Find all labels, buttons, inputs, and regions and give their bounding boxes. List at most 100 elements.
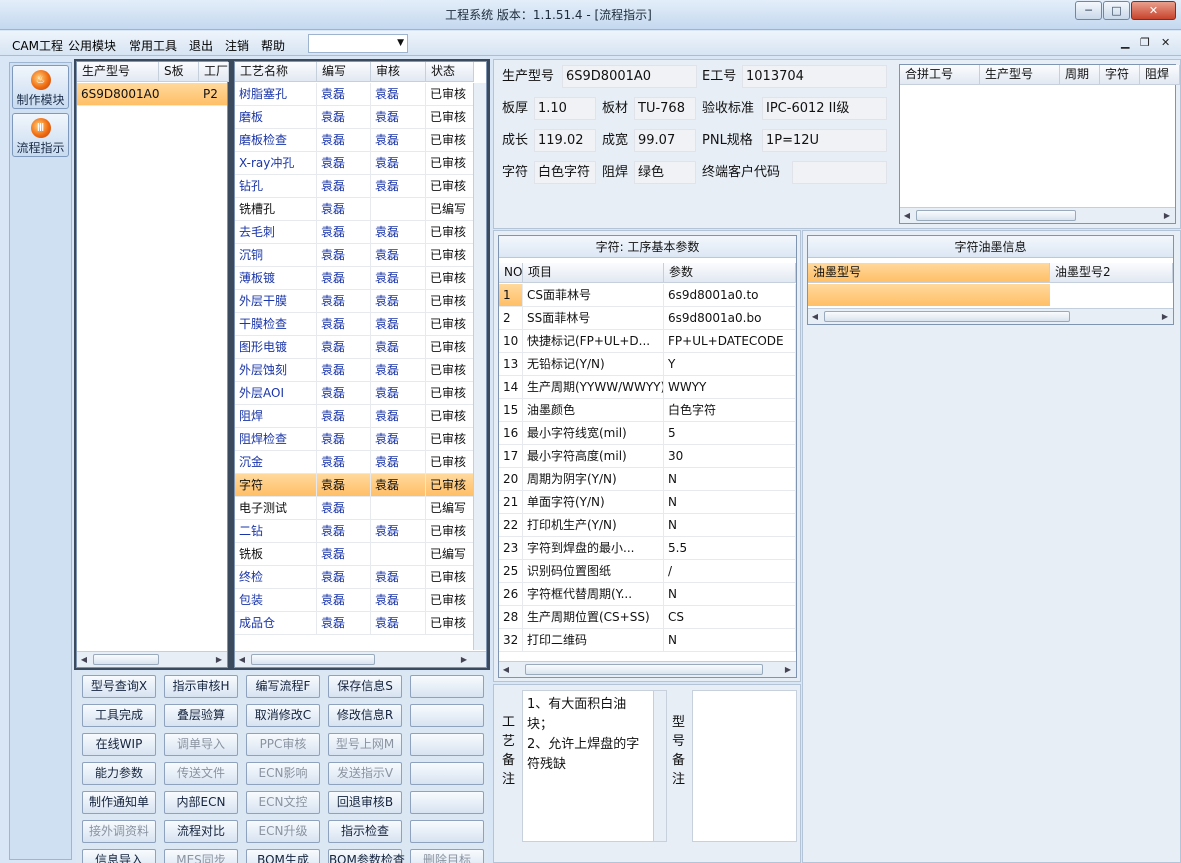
scroll-right-icon[interactable]: ▶ (781, 662, 795, 677)
action-button[interactable]: MES同步 (164, 849, 238, 863)
horizontal-scrollbar[interactable]: ◀ ▶ (499, 661, 796, 677)
scroll-left-icon[interactable]: ◀ (77, 652, 91, 667)
mdi-minimize-icon[interactable]: ▁ (1121, 36, 1129, 49)
table-row[interactable]: 铣板 袁磊 已编写 (235, 543, 474, 566)
table-row[interactable]: 17 最小字符高度(mil) 30 (499, 445, 796, 468)
action-button[interactable] (410, 704, 484, 727)
col-header[interactable]: 生产型号 (980, 65, 1060, 85)
action-button[interactable]: 删除目标 (410, 849, 484, 863)
close-button[interactable]: ✕ (1131, 1, 1176, 20)
maximize-button[interactable]: □ (1103, 1, 1130, 20)
action-button[interactable]: 信息导入 (82, 849, 156, 863)
table-row[interactable]: 16 最小字符线宽(mil) 5 (499, 422, 796, 445)
action-button[interactable]: 编写流程F (246, 675, 320, 698)
table-row[interactable]: 干膜检查 袁磊 袁磊 已审核 (235, 313, 474, 336)
table-row[interactable]: 薄板镀 袁磊 袁磊 已审核 (235, 267, 474, 290)
scroll-right-icon[interactable]: ▶ (457, 652, 471, 667)
scroll-thumb[interactable] (824, 311, 1070, 322)
material-field[interactable]: TU-768 (634, 97, 696, 120)
action-button[interactable]: 保存信息S (328, 675, 402, 698)
table-row[interactable] (808, 284, 1050, 306)
action-button[interactable]: 工具完成 (82, 704, 156, 727)
col-header[interactable]: 合拼工号 (900, 65, 980, 85)
minimize-button[interactable]: ─ (1075, 1, 1102, 20)
menu-tools[interactable]: 常用工具 (129, 37, 177, 54)
col-header[interactable]: 油墨型号2 (1050, 263, 1173, 283)
horizontal-scrollbar[interactable]: ◀ ▶ (808, 308, 1173, 324)
action-button[interactable] (410, 791, 484, 814)
col-header[interactable]: 周期 (1060, 65, 1100, 85)
table-row[interactable]: 21 单面字符(Y/N) N (499, 491, 796, 514)
table-row[interactable]: 28 生产周期位置(CS+SS) CS (499, 606, 796, 629)
action-button[interactable]: ECN影响 (246, 762, 320, 785)
col-header[interactable]: 字符 (1100, 65, 1140, 85)
scroll-right-icon[interactable]: ▶ (1160, 208, 1174, 223)
scroll-thumb[interactable] (525, 664, 763, 675)
col-header[interactable]: 审核 (371, 62, 426, 82)
pnl-field[interactable]: 1P=12U (762, 129, 887, 152)
table-row[interactable]: 阻焊 袁磊 袁磊 已审核 (235, 405, 474, 428)
model-remark-textarea[interactable] (692, 690, 797, 842)
action-button[interactable]: BOM参数检查 (328, 849, 405, 863)
vertical-scrollbar[interactable] (473, 83, 486, 650)
thickness-field[interactable]: 1.10 (534, 97, 596, 120)
table-row[interactable]: 外层干膜 袁磊 袁磊 已审核 (235, 290, 474, 313)
table-row[interactable]: 沉铜 袁磊 袁磊 已审核 (235, 244, 474, 267)
col-header[interactable]: 工厂 (199, 62, 229, 82)
model-field[interactable]: 6S9D8001A0 (562, 65, 697, 88)
action-button[interactable]: 能力参数 (82, 762, 156, 785)
col-header[interactable]: 油墨型号 (808, 263, 1050, 283)
action-button[interactable] (410, 733, 484, 756)
table-row[interactable]: 10 快捷标记(FP+UL+D... FP+UL+DATECODE (499, 330, 796, 353)
menu-help[interactable]: 帮助 (261, 37, 285, 54)
table-row[interactable]: 15 油墨颜色 白色字符 (499, 399, 796, 422)
mdi-close-icon[interactable]: ✕ (1161, 36, 1170, 49)
table-row[interactable]: 二钻 袁磊 袁磊 已审核 (235, 520, 474, 543)
action-button[interactable]: 取消修改C (246, 704, 320, 727)
scroll-thumb[interactable] (93, 654, 159, 665)
process-remark-textarea[interactable]: 1、有大面积白油块； 2、允许上焊盘的字符残缺 (522, 690, 667, 842)
table-row[interactable]: 6S9D8001A0 P2 (77, 83, 227, 106)
table-row[interactable]: 23 字符到焊盘的最小... 5.5 (499, 537, 796, 560)
action-button[interactable]: 指示审核H (164, 675, 238, 698)
table-row[interactable]: 终检 袁磊 袁磊 已审核 (235, 566, 474, 589)
table-row[interactable]: 磨板检查 袁磊 袁磊 已审核 (235, 129, 474, 152)
action-button[interactable]: BOM生成 (246, 849, 320, 863)
action-button[interactable]: 内部ECN (164, 791, 238, 814)
menu-combo[interactable]: ▼ (308, 34, 408, 53)
table-row[interactable]: 1 CS面菲林号 6s9d8001a0.to (499, 284, 796, 307)
standard-field[interactable]: IPC-6012 II级 (762, 97, 887, 120)
customer-field[interactable] (792, 161, 887, 184)
action-button[interactable]: 指示检查 (328, 820, 402, 843)
action-button[interactable]: 回退审核B (328, 791, 402, 814)
table-row[interactable]: 包装 袁磊 袁磊 已审核 (235, 589, 474, 612)
table-row[interactable]: 磨板 袁磊 袁磊 已审核 (235, 106, 474, 129)
col-header[interactable]: NO (499, 263, 523, 283)
action-button[interactable]: 发送指示V (328, 762, 402, 785)
menu-logout[interactable]: 注销 (225, 37, 249, 54)
scroll-thumb[interactable] (916, 210, 1076, 221)
horizontal-scrollbar[interactable]: ◀ ▶ (77, 651, 227, 667)
action-button[interactable] (410, 762, 484, 785)
table-row[interactable]: 阻焊检查 袁磊 袁磊 已审核 (235, 428, 474, 451)
width-field[interactable]: 99.07 (634, 129, 696, 152)
col-header[interactable]: 编写 (317, 62, 371, 82)
table-row[interactable]: 铣槽孔 袁磊 已编写 (235, 198, 474, 221)
action-button[interactable]: 型号上网M (328, 733, 402, 756)
action-button[interactable]: 在线WIP (82, 733, 156, 756)
action-button[interactable]: 型号查询X (82, 675, 156, 698)
menu-cam[interactable]: CAM工程 (12, 37, 63, 54)
action-button[interactable]: ECN升级 (246, 820, 320, 843)
menu-common-module[interactable]: 公用模块 (68, 37, 116, 54)
action-button[interactable]: 叠层验算 (164, 704, 238, 727)
action-button[interactable]: 传送文件 (164, 762, 238, 785)
action-button[interactable]: 调单导入 (164, 733, 238, 756)
table-row[interactable]: 20 周期为阴字(Y/N) N (499, 468, 796, 491)
col-header[interactable]: 项目 (523, 263, 664, 283)
col-header[interactable]: 工艺名称 (235, 62, 317, 82)
table-row[interactable]: 去毛刺 袁磊 袁磊 已审核 (235, 221, 474, 244)
mask-field[interactable]: 绿色 (634, 161, 696, 184)
table-row[interactable]: 沉金 袁磊 袁磊 已审核 (235, 451, 474, 474)
scroll-thumb[interactable] (251, 654, 375, 665)
action-button[interactable] (410, 820, 484, 843)
